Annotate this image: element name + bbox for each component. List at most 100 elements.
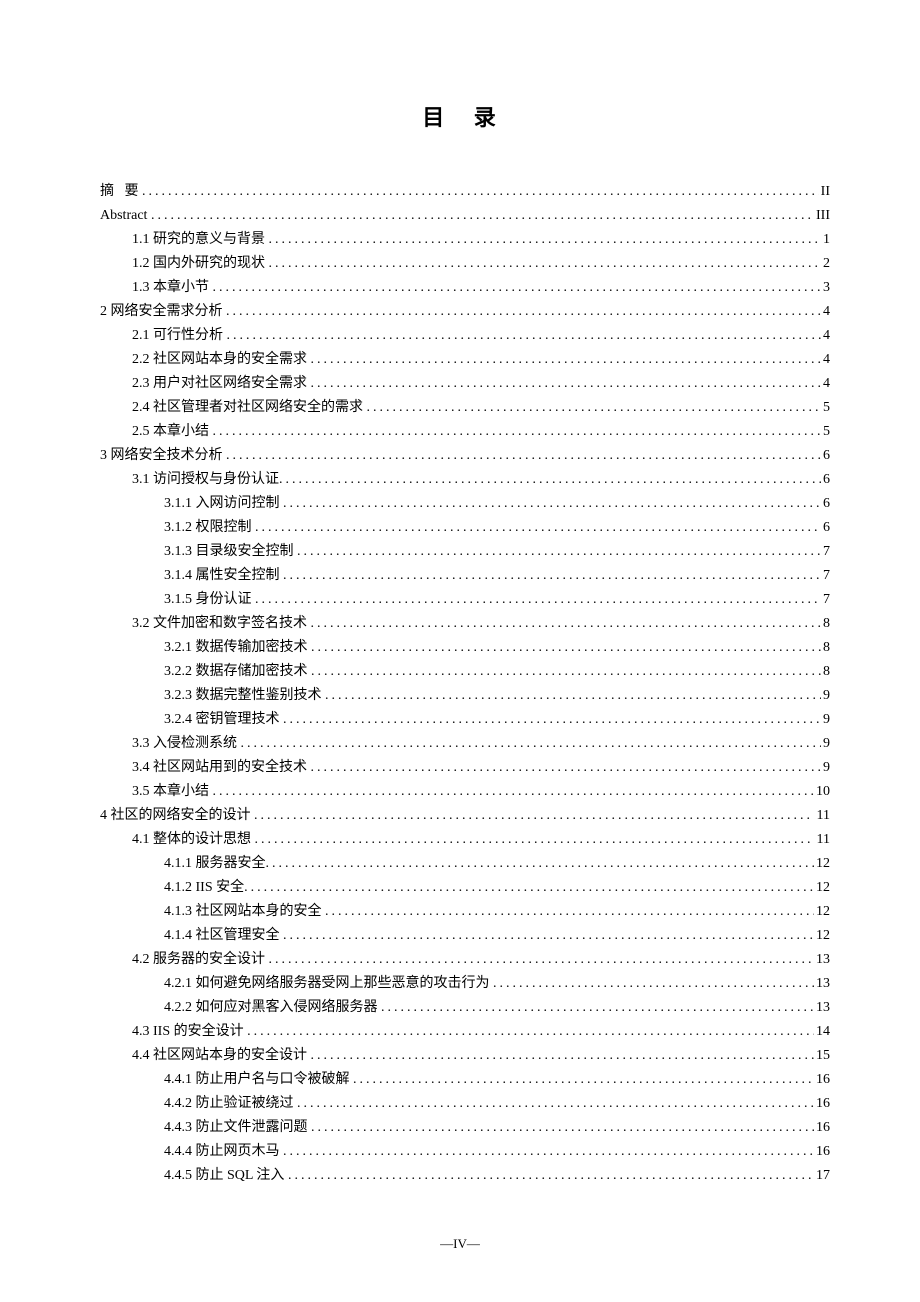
toc-dots: [226, 444, 821, 468]
toc-entry: 3.3 入侵检测系统 9: [100, 732, 830, 756]
toc-dots: [311, 636, 821, 660]
toc-entry-page: 14: [814, 1020, 830, 1044]
toc-entry: 4.3 IIS 的安全设计 14: [100, 1020, 830, 1044]
toc-dots: [283, 492, 821, 516]
toc-title: 目 录: [100, 100, 830, 132]
toc-entry-page: 16: [814, 1092, 830, 1116]
toc-entry: 3.1.4 属性安全控制 7: [100, 564, 830, 588]
toc-entry-page: 10: [814, 780, 830, 804]
toc-dots: [493, 972, 814, 996]
toc-entry-label: 4 社区的网络安全的设计: [100, 804, 254, 828]
toc-entry: 4.4.2 防止验证被绕过 16: [100, 1092, 830, 1116]
toc-entry: 摘 要 II: [100, 180, 830, 204]
toc-entry-label: 3.4 社区网站用到的安全技术: [132, 756, 311, 780]
toc-entry-label: 1.2 国内外研究的现状: [132, 252, 269, 276]
toc-entry: 4.4.3 防止文件泄露问题 16: [100, 1116, 830, 1140]
toc-dots: [311, 756, 822, 780]
toc-entry-label: 4.4.3 防止文件泄露问题: [164, 1116, 311, 1140]
toc-entry-page: 9: [821, 708, 830, 732]
toc-dots: [311, 660, 821, 684]
toc-entry-label: 2.4 社区管理者对社区网络安全的需求: [132, 396, 367, 420]
toc-entry-label: 4.3 IIS 的安全设计: [132, 1020, 247, 1044]
toc-entry-page: 9: [821, 756, 830, 780]
toc-entry-page: 15: [814, 1044, 830, 1068]
toc-dots: [311, 612, 822, 636]
toc-dots: [311, 372, 822, 396]
toc-entry-label: 2.1 可行性分析: [132, 324, 227, 348]
toc-entry-page: 11: [811, 804, 830, 828]
toc-dots: [213, 276, 822, 300]
toc-entry-label: 2 网络安全需求分析: [100, 300, 226, 324]
toc-entry: 4.4 社区网站本身的安全设计 15: [100, 1044, 830, 1068]
toc-entry: 3.1.1 入网访问控制 6: [100, 492, 830, 516]
toc-entry: 1.1 研究的意义与背景 1: [100, 228, 830, 252]
toc-entry-label: 3.1.5 身份认证: [164, 588, 255, 612]
toc-entry-page: 8: [821, 612, 830, 636]
toc-entry-label: 4.1.3 社区网站本身的安全: [164, 900, 325, 924]
toc-entry-label: 4.4.4 防止网页木马: [164, 1140, 283, 1164]
toc-entry: 3.1.5 身份认证 7: [100, 588, 830, 612]
toc-entry: 3.2.2 数据存储加密技术 8: [100, 660, 830, 684]
toc-entry-page: 11: [811, 828, 830, 852]
toc-dots: [266, 852, 815, 876]
toc-dots: [311, 1044, 815, 1068]
toc-entry: 2.5 本章小结 5: [100, 420, 830, 444]
toc-entry: 3 网络安全技术分析 6: [100, 444, 830, 468]
toc-entry-page: 6: [821, 492, 830, 516]
toc-entry-page: 2: [821, 252, 830, 276]
toc-entry-page: 6: [821, 444, 830, 468]
toc-entry-label: 3.2.3 数据完整性鉴别技术: [164, 684, 325, 708]
toc-entry: 2 网络安全需求分析 4: [100, 300, 830, 324]
page-number: —IV—: [0, 1236, 920, 1252]
toc-dots: [269, 948, 815, 972]
toc-dots: [244, 876, 814, 900]
toc-entry-page: 8: [821, 636, 830, 660]
toc-dots: [325, 684, 821, 708]
toc-entry-label: 3.1.3 目录级安全控制: [164, 540, 297, 564]
toc-entry: 3.2.4 密钥管理技术 9: [100, 708, 830, 732]
toc-entry: 4.4.5 防止 SQL 注入 17: [100, 1164, 830, 1188]
toc-entry-label: 4.1.1 服务器安全: [164, 852, 266, 876]
toc-entry-page: 5: [821, 396, 830, 420]
toc-entry: 3.5 本章小结 10: [100, 780, 830, 804]
toc-entry-label: 4.4 社区网站本身的安全设计: [132, 1044, 311, 1068]
toc-dots: [226, 300, 821, 324]
toc-entry-page: 6: [821, 468, 830, 492]
toc-entry-page: 4: [821, 300, 830, 324]
toc-entry: 3.4 社区网站用到的安全技术 9: [100, 756, 830, 780]
toc-dots: [283, 708, 821, 732]
toc-entry: 2.1 可行性分析 4: [100, 324, 830, 348]
toc-dots: [241, 732, 822, 756]
toc-entry-label: 3.1.1 入网访问控制: [164, 492, 283, 516]
toc-entry: 4.2 服务器的安全设计 13: [100, 948, 830, 972]
toc-entry-page: 16: [814, 1068, 830, 1092]
toc-entry-label: 3 网络安全技术分析: [100, 444, 226, 468]
toc-entry-page: 13: [814, 972, 830, 996]
toc-dots: [279, 468, 821, 492]
toc-dots: [142, 180, 819, 204]
toc-dots: [213, 780, 815, 804]
toc-entry-page: III: [811, 204, 831, 228]
toc-dots: [311, 1116, 814, 1140]
toc-entry-page: 4: [821, 372, 830, 396]
toc-dots: [297, 1092, 814, 1116]
toc-entry: 4 社区的网络安全的设计 11: [100, 804, 830, 828]
toc-entry-page: 7: [821, 588, 830, 612]
toc-entry-label: 4.2 服务器的安全设计: [132, 948, 269, 972]
toc-entry: 4.2.1 如何避免网络服务器受网上那些恶意的攻击行为 13: [100, 972, 830, 996]
toc-dots: [269, 228, 822, 252]
toc-entry-label: 3.2 文件加密和数字签名技术: [132, 612, 311, 636]
toc-dots: [283, 924, 814, 948]
toc-dots: [151, 204, 811, 228]
toc-entry-label: 4.1.2 IIS 安全: [164, 876, 244, 900]
toc-entry-page: 7: [821, 540, 830, 564]
toc-entry: 4.1 整体的设计思想 11: [100, 828, 830, 852]
toc-entry: 3.1.3 目录级安全控制 7: [100, 540, 830, 564]
toc-entry: 4.1.3 社区网站本身的安全 12: [100, 900, 830, 924]
toc-entry-page: 4: [821, 324, 830, 348]
toc-dots: [367, 396, 822, 420]
toc-entry-page: 17: [814, 1164, 830, 1188]
toc-entry: 4.1.2 IIS 安全12: [100, 876, 830, 900]
toc-entry: 3.2 文件加密和数字签名技术 8: [100, 612, 830, 636]
toc-dots: [255, 828, 812, 852]
